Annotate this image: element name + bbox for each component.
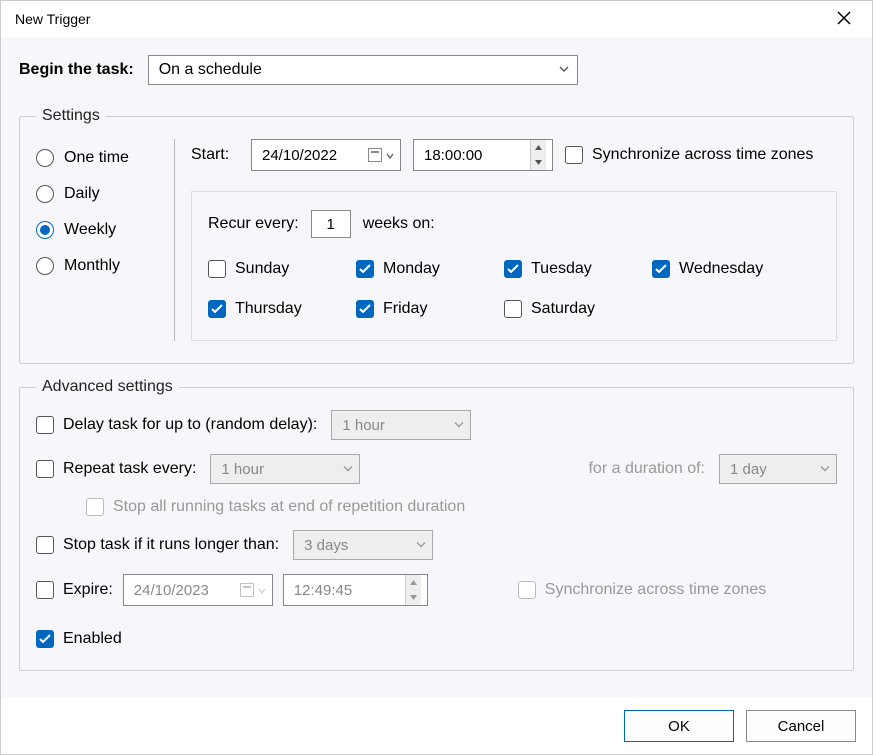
begin-task-value: On a schedule	[159, 61, 262, 79]
chevron-down-icon	[416, 537, 426, 554]
begin-task-select[interactable]: On a schedule	[148, 55, 578, 85]
radio-weekly[interactable]: Weekly	[36, 221, 174, 239]
spinner-down-icon[interactable]	[406, 590, 421, 605]
expire-date-input[interactable]: 24/10/2023	[123, 574, 273, 606]
begin-task-label: Begin the task:	[19, 61, 134, 79]
expire-time-input[interactable]: 12:49:45	[283, 574, 428, 606]
spinner-up-icon[interactable]	[531, 140, 546, 155]
close-button[interactable]	[824, 4, 864, 34]
day-monday[interactable]: Monday	[356, 260, 474, 278]
title-bar: New Trigger	[1, 1, 872, 37]
day-friday[interactable]: Friday	[356, 300, 474, 318]
expire-checkbox[interactable]: Expire:	[36, 581, 113, 599]
cancel-button[interactable]: Cancel	[746, 710, 856, 742]
chevron-down-icon	[820, 461, 830, 478]
recur-every-input[interactable]	[311, 210, 351, 238]
chevron-down-icon	[386, 147, 394, 164]
radio-monthly[interactable]: Monthly	[36, 257, 174, 275]
dialog-footer: OK Cancel	[1, 698, 872, 754]
advanced-legend: Advanced settings	[36, 378, 179, 396]
calendar-icon	[368, 148, 382, 162]
chevron-down-icon	[343, 461, 353, 478]
ok-button[interactable]: OK	[624, 710, 734, 742]
delay-combo[interactable]: 1 hour	[331, 410, 471, 440]
radio-one-time[interactable]: One time	[36, 149, 174, 167]
dialog-content: Begin the task: On a schedule Settings O…	[1, 37, 872, 698]
start-time-input[interactable]: 18:00:00	[413, 139, 553, 171]
start-row: Start: 24/10/2022 18:00:00	[191, 139, 837, 171]
recur-every-label: Recur every:	[208, 215, 299, 233]
day-sunday[interactable]: Sunday	[208, 260, 326, 278]
window-title: New Trigger	[15, 11, 824, 27]
begin-task-row: Begin the task: On a schedule	[19, 55, 854, 85]
day-saturday[interactable]: Saturday	[504, 300, 622, 318]
day-tuesday[interactable]: Tuesday	[504, 260, 622, 278]
calendar-icon	[240, 583, 254, 597]
sync-tz-checkbox[interactable]: Synchronize across time zones	[565, 146, 813, 164]
chevron-down-icon	[258, 582, 266, 599]
day-wednesday[interactable]: Wednesday	[652, 260, 770, 278]
settings-legend: Settings	[36, 107, 106, 125]
chevron-down-icon	[454, 417, 464, 434]
repeat-every-combo[interactable]: 1 hour	[210, 454, 360, 484]
spinner-down-icon[interactable]	[531, 155, 546, 170]
spinner-up-icon[interactable]	[406, 575, 421, 590]
duration-label: for a duration of:	[588, 460, 705, 478]
recur-panel: Recur every: weeks on: Sunday Monday Tue…	[191, 191, 837, 341]
stop-if-checkbox[interactable]: Stop task if it runs longer than:	[36, 536, 279, 554]
time-spinner[interactable]	[530, 140, 546, 170]
dialog-window: New Trigger Begin the task: On a schedul…	[0, 0, 873, 755]
enabled-checkbox[interactable]: Enabled	[36, 630, 122, 648]
start-label: Start:	[191, 146, 239, 164]
settings-fieldset: Settings One time Daily Weekly Monthly S…	[19, 107, 854, 364]
chevron-down-icon	[559, 61, 569, 79]
vertical-divider	[174, 139, 175, 341]
expire-sync-tz-checkbox: Synchronize across time zones	[518, 581, 766, 599]
start-date-input[interactable]: 24/10/2022	[251, 139, 401, 171]
repeat-checkbox[interactable]: Repeat task every:	[36, 460, 196, 478]
delay-checkbox[interactable]: Delay task for up to (random delay):	[36, 416, 317, 434]
repeat-duration-combo[interactable]: 1 day	[719, 454, 837, 484]
time-spinner[interactable]	[405, 575, 421, 605]
frequency-radios: One time Daily Weekly Monthly	[36, 139, 174, 341]
stop-if-combo[interactable]: 3 days	[293, 530, 433, 560]
weekday-checkboxes: Sunday Monday Tuesday Wednesday Thursday…	[208, 260, 820, 318]
close-icon	[837, 11, 851, 28]
stop-repeat-checkbox: Stop all running tasks at end of repetit…	[86, 498, 465, 516]
day-thursday[interactable]: Thursday	[208, 300, 326, 318]
radio-daily[interactable]: Daily	[36, 185, 174, 203]
weeks-on-label: weeks on:	[363, 215, 435, 233]
advanced-fieldset: Advanced settings Delay task for up to (…	[19, 378, 854, 671]
